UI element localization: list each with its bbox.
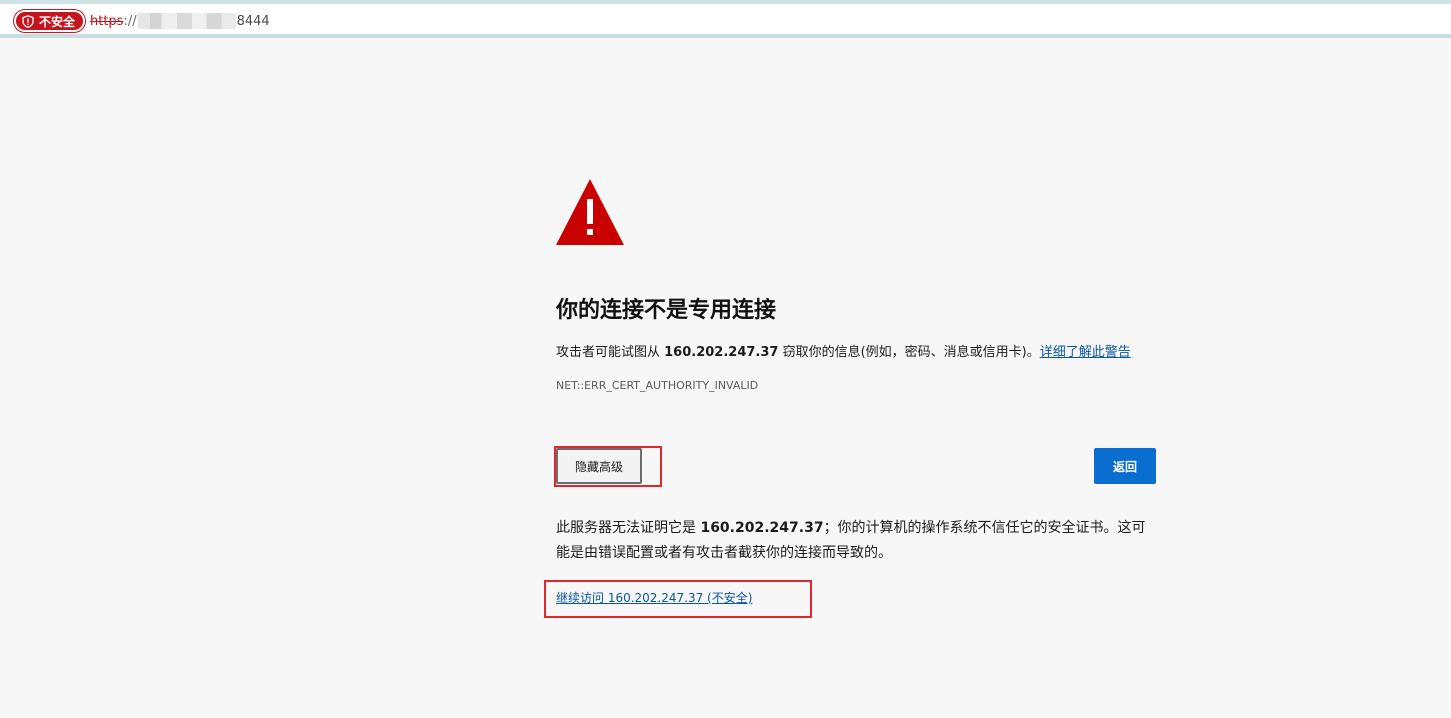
url-separator: ://: [123, 13, 137, 29]
advanced-details-text: 此服务器无法证明它是 160.202.247.37；你的计算机的操作系统不信任它…: [556, 516, 1156, 566]
hide-advanced-button[interactable]: 隐藏高级: [556, 448, 642, 484]
page-title: 你的连接不是专用连接: [556, 298, 777, 323]
error-code: NET::ERR_CERT_AUTHORITY_INVALID: [556, 379, 759, 392]
back-button[interactable]: 返回: [1094, 448, 1156, 484]
description-host: 160.202.247.37: [664, 345, 779, 360]
url-host-redacted: [137, 13, 236, 29]
url-port: 8444: [236, 13, 270, 29]
description-suffix: 窃取你的信息(例如，密码、消息或信用卡)。: [778, 345, 1040, 360]
url-scheme: https: [90, 13, 124, 29]
not-secure-label: 不安全: [39, 14, 76, 29]
shield-warning-icon: [22, 14, 34, 28]
learn-more-link[interactable]: 详细了解此警告: [1040, 345, 1131, 360]
address-bar[interactable]: 不安全 https :// 8444: [0, 4, 1451, 38]
url-text[interactable]: https :// 8444: [90, 13, 270, 29]
description-prefix: 攻击者可能试图从: [556, 345, 665, 360]
warning-description: 攻击者可能试图从 160.202.247.37 窃取你的信息(例如，密码、消息或…: [556, 341, 1131, 360]
not-secure-badge[interactable]: 不安全: [14, 10, 86, 32]
details-prefix: 此服务器无法证明它是: [556, 520, 701, 536]
proceed-unsafe-link[interactable]: 继续访问 160.202.247.37 (不安全): [556, 589, 752, 606]
warning-triangle-icon: [556, 179, 624, 245]
details-host: 160.202.247.37: [700, 520, 824, 536]
